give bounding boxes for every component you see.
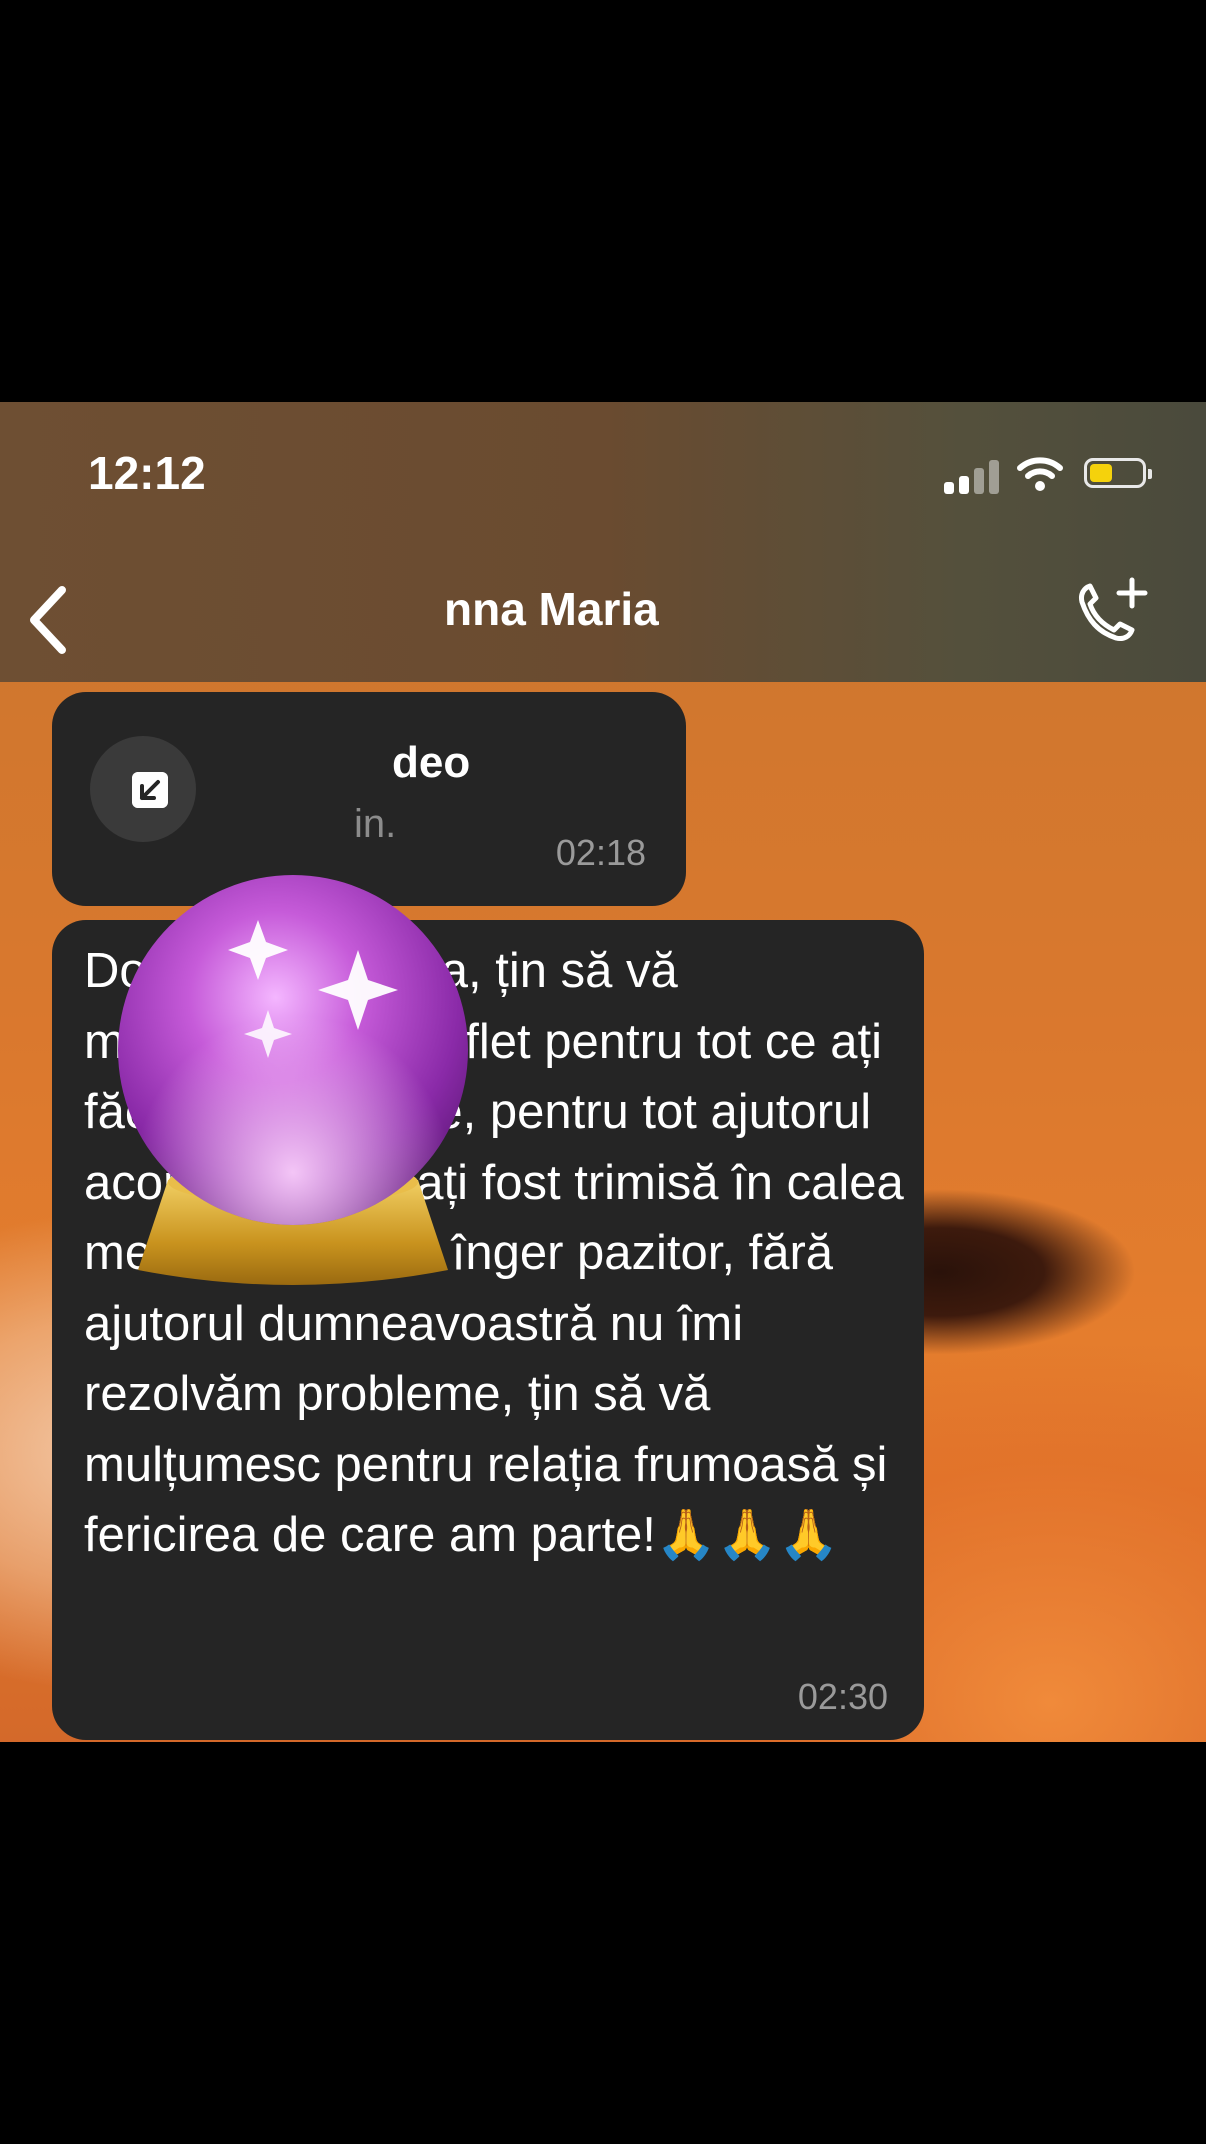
call-timestamp: 02:18 (555, 832, 646, 873)
crystal-ball-icon (118, 875, 468, 1285)
incoming-call-arrow-icon (132, 772, 168, 808)
status-time: 12:12 (88, 447, 206, 499)
chat-screen: 12:12 nna Maria deo in. 02:18 țin să vă … (0, 402, 1206, 1742)
message-timestamp: 02:30 (797, 1676, 888, 1717)
back-button[interactable] (22, 580, 82, 660)
signal-icon (944, 460, 1002, 494)
add-call-icon[interactable] (1066, 572, 1156, 662)
battery-icon (1084, 458, 1152, 488)
call-subtitle: in. (354, 802, 397, 846)
wifi-icon (1017, 457, 1063, 491)
call-title: deo (392, 738, 471, 787)
contact-name[interactable]: nna Maria (444, 582, 659, 636)
chat-header: 12:12 nna Maria (0, 402, 1206, 682)
